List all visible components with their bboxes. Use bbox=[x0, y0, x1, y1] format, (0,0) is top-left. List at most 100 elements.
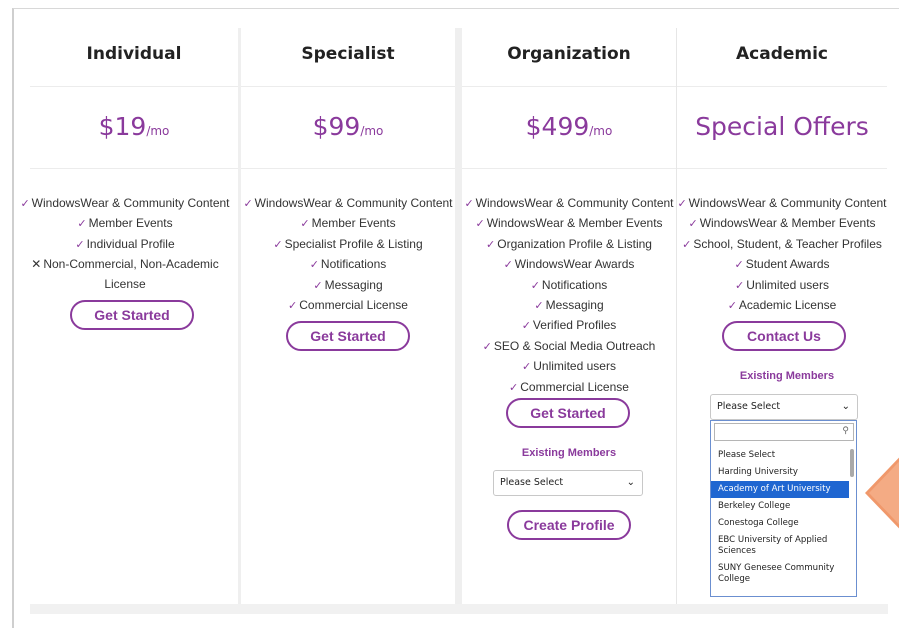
check-icon: ✓ bbox=[688, 218, 698, 231]
divider bbox=[677, 86, 887, 87]
feature-item: ✓ Verified Profiles bbox=[456, 316, 682, 336]
dropdown-search-input[interactable]: ⚲ bbox=[714, 423, 854, 441]
feature-item: ✓ Notifications bbox=[456, 276, 682, 296]
plan-price: Special Offers bbox=[677, 112, 887, 141]
price-amount: $19 bbox=[98, 112, 147, 141]
feature-item: ✓ Commercial License bbox=[235, 296, 461, 316]
member-select[interactable]: Please Select ⌄ bbox=[493, 470, 643, 496]
feature-item: ✕ Non-Commercial, Non-Academic bbox=[8, 255, 242, 274]
get-started-button[interactable]: Get Started bbox=[506, 398, 630, 428]
feature-text: WindowsWear & Member Events bbox=[699, 216, 876, 231]
chevron-down-icon: ⌄ bbox=[626, 477, 635, 488]
check-icon: ✓ bbox=[75, 238, 85, 251]
feature-text: Unlimited users bbox=[746, 277, 829, 292]
feature-item: ✓ WindowsWear & Community Content bbox=[235, 194, 461, 214]
feature-item: ✓ Specialist Profile & Listing bbox=[235, 235, 461, 255]
check-icon: ✓ bbox=[530, 279, 540, 292]
plan-title: Academic bbox=[735, 44, 829, 64]
dropdown-option[interactable]: Harding University bbox=[711, 464, 849, 481]
create-profile-button[interactable]: Create Profile bbox=[507, 510, 631, 540]
feature-text: School, Student, & Teacher Profiles bbox=[693, 236, 882, 251]
check-icon: ✓ bbox=[77, 218, 87, 231]
feature-list: ✓ WindowsWear & Community Content ✓ Member … bbox=[8, 194, 242, 294]
feature-text: WindowsWear & Community Content bbox=[688, 196, 887, 210]
divider bbox=[677, 168, 887, 169]
dropdown-option[interactable]: Academy of Art University bbox=[711, 481, 849, 498]
feature-text: Individual Profile bbox=[86, 236, 175, 251]
feature-item: ✓ Academic License bbox=[671, 296, 893, 316]
search-icon: ⚲ bbox=[842, 425, 849, 435]
dropdown-options: Please Select Harding University Academy o… bbox=[711, 447, 849, 588]
check-icon: ✓ bbox=[509, 381, 519, 394]
divider bbox=[30, 86, 238, 87]
dropdown-option[interactable]: Please Select bbox=[711, 447, 849, 464]
feature-item: ✓ WindowsWear & Community Content bbox=[456, 194, 682, 214]
plan-card-individual: Individual $19/mo ✓ WindowsWear & Communi… bbox=[20, 28, 238, 604]
check-icon: ✓ bbox=[300, 218, 310, 231]
feature-text: Verified Profiles bbox=[532, 318, 617, 333]
check-icon: ✓ bbox=[313, 279, 323, 292]
dropdown-scrollbar[interactable] bbox=[849, 447, 854, 595]
feature-item: License bbox=[8, 275, 242, 294]
feature-item: ✓ WindowsWear Awards bbox=[456, 255, 682, 275]
check-icon: ✓ bbox=[309, 259, 319, 272]
divider bbox=[241, 168, 455, 169]
feature-item: ✓ Organization Profile & Listing bbox=[456, 235, 682, 255]
feature-text: Commercial License bbox=[299, 298, 408, 313]
check-icon: ✓ bbox=[273, 238, 283, 251]
feature-text: WindowsWear & Community Content bbox=[254, 196, 453, 210]
get-started-button[interactable]: Get Started bbox=[70, 300, 194, 330]
check-icon: ✓ bbox=[677, 198, 687, 210]
check-icon: ✓ bbox=[503, 259, 513, 272]
check-icon: ✓ bbox=[521, 320, 531, 333]
annotation-arrow-fill bbox=[869, 446, 899, 540]
feature-list: ✓ WindowsWear & Community Content ✓ Windows… bbox=[456, 194, 682, 398]
feature-text: WindowsWear & Member Events bbox=[486, 216, 663, 231]
price-unit: /mo bbox=[146, 124, 170, 138]
feature-item: ✓ Notifications bbox=[235, 255, 461, 275]
dropdown-option[interactable]: EBC University of Applied Sciences bbox=[711, 532, 849, 560]
select-dropdown-menu: ⚲ Please Select Harding University Academy… bbox=[710, 420, 857, 597]
feature-item: ✓ SEO & Social Media Outreach bbox=[456, 337, 682, 357]
select-value: Please Select bbox=[717, 401, 781, 412]
check-icon: ✓ bbox=[727, 300, 737, 313]
dropdown-option[interactable]: Berkeley College bbox=[711, 498, 849, 515]
check-icon: ✓ bbox=[534, 300, 544, 313]
feature-text: License bbox=[104, 276, 146, 291]
dropdown-option[interactable]: Conestoga College bbox=[711, 515, 849, 532]
existing-members-label: Existing Members bbox=[521, 447, 617, 459]
scrollbar-thumb[interactable] bbox=[850, 449, 854, 477]
check-icon: ✓ bbox=[734, 259, 744, 272]
feature-text: Messaging bbox=[545, 298, 604, 313]
price-amount: $99 bbox=[312, 112, 361, 141]
price-unit: /mo bbox=[360, 124, 384, 138]
check-icon: ✓ bbox=[486, 238, 496, 251]
price-amount: Special Offers bbox=[695, 112, 869, 141]
select-value: Please Select bbox=[500, 477, 564, 488]
feature-item: ✓ WindowsWear & Member Events bbox=[671, 214, 893, 234]
footer-strip bbox=[30, 604, 888, 614]
feature-text: WindowsWear & Community Content bbox=[475, 196, 674, 210]
feature-item: ✓ School, Student, & Teacher Profiles bbox=[671, 235, 893, 255]
feature-text: Messaging bbox=[324, 277, 383, 292]
feature-item: ✓ Unlimited users bbox=[456, 357, 682, 377]
get-started-button[interactable]: Get Started bbox=[286, 321, 410, 351]
check-icon: ✓ bbox=[288, 300, 298, 313]
feature-item: ✓ Member Events bbox=[235, 214, 461, 234]
feature-item: ✓ WindowsWear & Member Events bbox=[456, 214, 682, 234]
check-icon: ✓ bbox=[20, 198, 30, 210]
price-amount: $499 bbox=[525, 112, 590, 141]
divider bbox=[462, 168, 676, 169]
plan-title: Individual bbox=[86, 44, 182, 64]
contact-us-button[interactable]: Contact Us bbox=[722, 321, 846, 351]
check-icon: ✓ bbox=[682, 238, 692, 251]
dropdown-option[interactable]: SUNY Genesee Community College bbox=[711, 560, 849, 588]
feature-list: ✓ WindowsWear & Community Content ✓ Member … bbox=[235, 194, 461, 316]
member-select[interactable]: Please Select ⌄ bbox=[710, 394, 858, 420]
plan-title: Organization bbox=[507, 44, 631, 64]
feature-text: Member Events bbox=[311, 216, 396, 231]
check-icon: ✓ bbox=[735, 279, 745, 292]
feature-text: SEO & Social Media Outreach bbox=[493, 338, 656, 353]
check-icon: ✓ bbox=[243, 198, 253, 210]
feature-item: ✓ Messaging bbox=[235, 276, 461, 296]
